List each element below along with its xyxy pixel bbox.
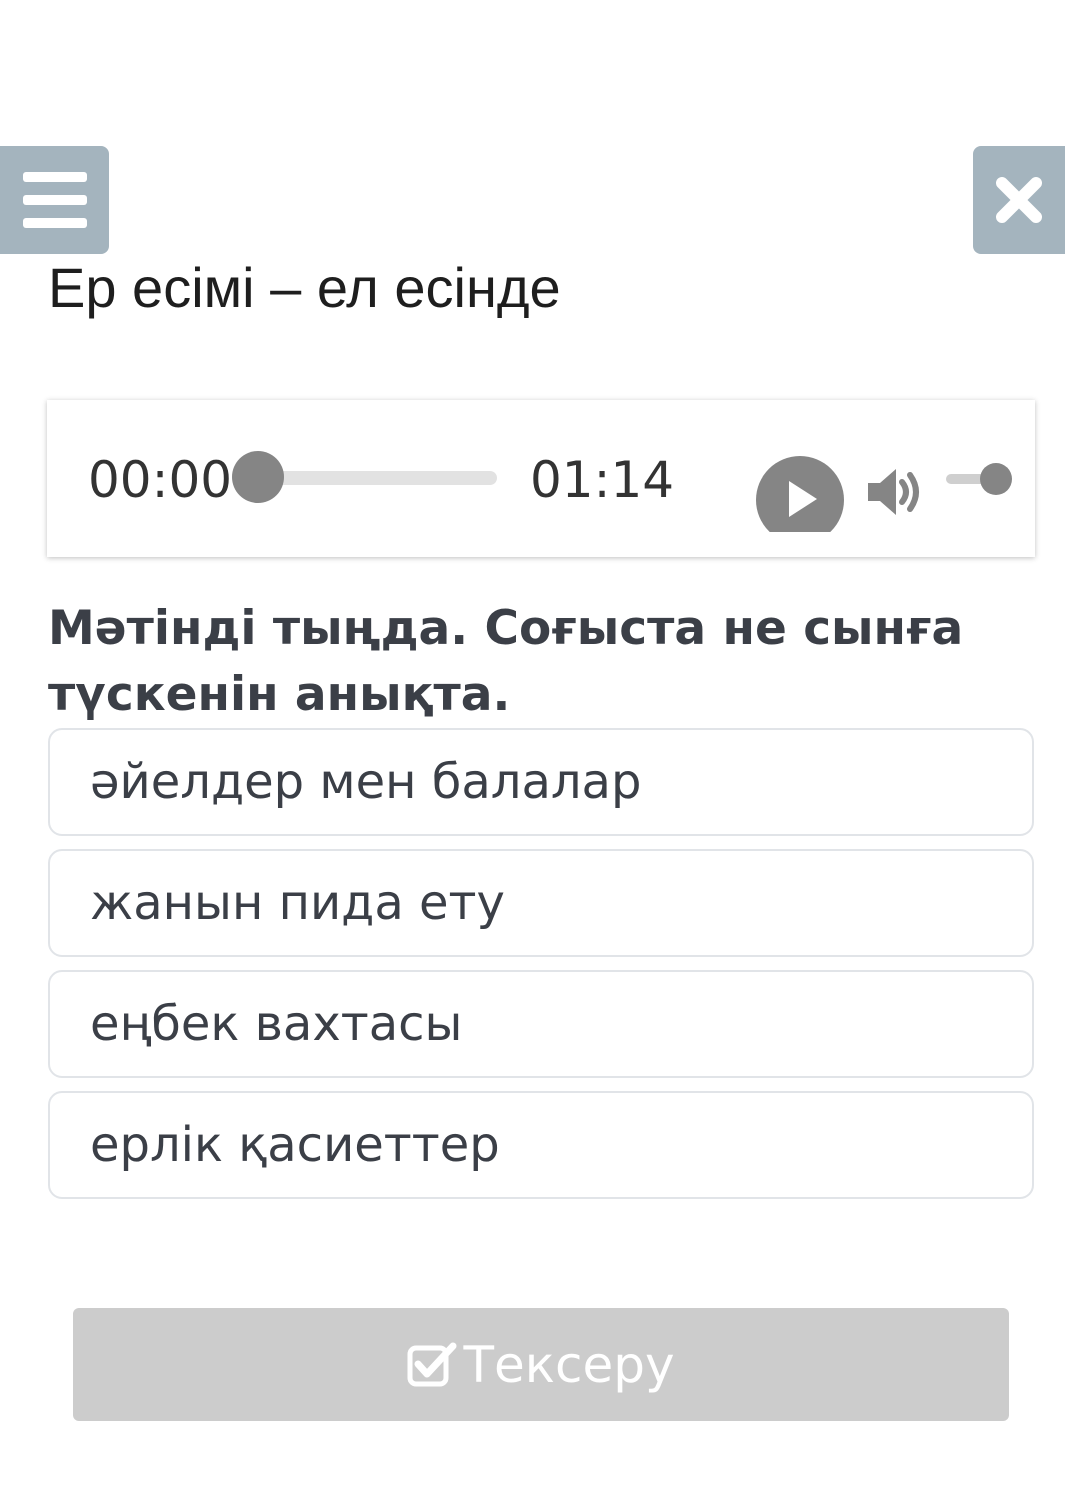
play-icon	[789, 481, 817, 517]
checkbox-check-icon	[407, 1342, 457, 1386]
page-title: Ер есімі – ел есінде	[48, 256, 561, 319]
close-icon	[996, 177, 1042, 223]
hamburger-menu-icon	[22, 172, 87, 228]
volume-icon[interactable]	[866, 466, 924, 518]
play-button[interactable]	[756, 456, 844, 532]
answer-option[interactable]: әйелдер мен балалар	[48, 728, 1034, 836]
volume-handle[interactable]	[980, 463, 1012, 495]
answer-options: әйелдер мен балалар жанын пида ету еңбек…	[48, 728, 1035, 1212]
question-text: Мәтінді тыңда. Соғыста не сынға түскенін…	[48, 601, 964, 722]
answer-option[interactable]: ерлік қасиеттер	[48, 1091, 1034, 1199]
answer-option[interactable]: жанын пида ету	[48, 849, 1034, 957]
answer-option[interactable]: еңбек вахтасы	[48, 970, 1034, 1078]
check-button[interactable]: Тексеру	[73, 1308, 1009, 1421]
seek-bar[interactable]	[258, 471, 497, 485]
total-time: 01:14	[530, 451, 675, 509]
current-time: 00:00	[88, 451, 233, 509]
check-button-label: Тексеру	[463, 1335, 675, 1394]
menu-button[interactable]	[0, 146, 109, 254]
seek-handle[interactable]	[232, 451, 284, 503]
play-button-container	[752, 452, 848, 532]
close-button[interactable]	[973, 146, 1065, 254]
